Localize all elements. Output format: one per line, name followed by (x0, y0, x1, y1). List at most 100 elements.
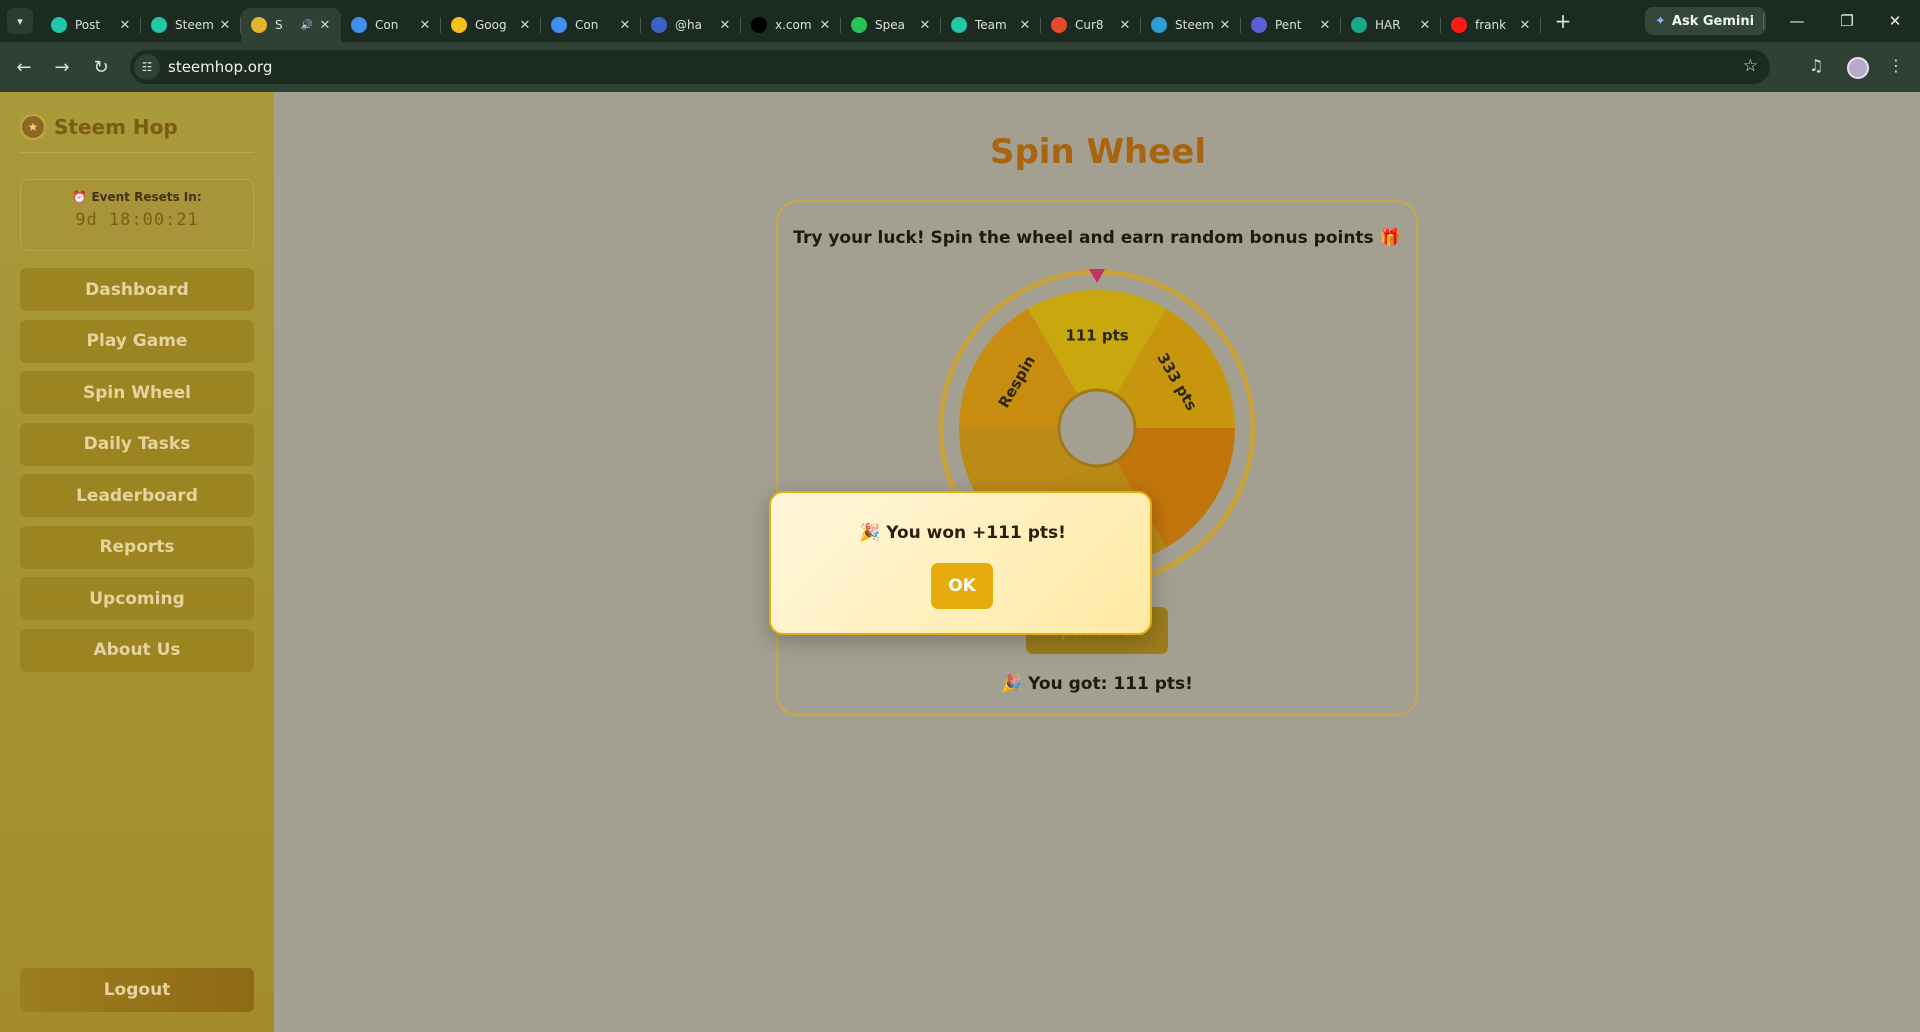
browser-tab[interactable]: Con ✕ (341, 8, 441, 42)
tab-close-icon[interactable]: ✕ (217, 18, 233, 33)
browser-tab[interactable]: Post ✕ (41, 8, 141, 42)
tab-favicon-icon (951, 17, 967, 33)
tab-title: @ha (675, 18, 702, 32)
tab-title: Cur8 (1075, 18, 1104, 32)
tab-title: Con (575, 18, 599, 32)
tab-close-icon[interactable]: ✕ (517, 18, 533, 33)
sidebar-item-dashboard[interactable]: Dashboard (20, 268, 254, 311)
sidebar-item-daily-tasks[interactable]: Daily Tasks (20, 422, 254, 466)
tab-favicon-icon (1151, 17, 1167, 33)
event-timer-card: ⏰ Event Resets In: 9d 18:00:21 (20, 179, 254, 251)
wheel-hub (1057, 388, 1137, 468)
wheel-pointer-icon (1089, 269, 1105, 283)
browser-tab[interactable]: Pent ✕ (1241, 8, 1341, 42)
url-text[interactable]: steemhop.org (168, 58, 272, 76)
tab-close-icon[interactable]: ✕ (1417, 18, 1433, 33)
more-menu-icon[interactable]: ⋮ (1888, 56, 1904, 75)
browser-tab-strip: ▾ Post ✕ Steem ✕ S 🔊 ✕ Con ✕ Goog ✕ Con ✕ @ha ✕ x.com ✕ S… (0, 0, 1920, 42)
tab-favicon-icon (751, 17, 767, 33)
tab-title: Post (75, 18, 101, 32)
spin-wheel-subtitle: Try your luck! Spin the wheel and earn r… (793, 228, 1401, 248)
browser-tab[interactable]: Steem ✕ (1141, 8, 1241, 42)
bookmark-star-icon[interactable]: ☆ (1743, 56, 1758, 76)
ask-gemini-button[interactable]: ✦ Ask Gemini (1645, 7, 1767, 35)
browser-tab[interactable]: @ha ✕ (641, 8, 741, 42)
spin-result-text: 🎉 You got: 111 pts! (1001, 674, 1193, 694)
browser-tab[interactable]: HAR ✕ (1341, 8, 1441, 42)
sidebar-divider (20, 152, 254, 153)
tab-list: Post ✕ Steem ✕ S 🔊 ✕ Con ✕ Goog ✕ Con ✕ @ha ✕ x.com ✕ Spe… (41, 0, 1541, 42)
tab-favicon-icon (251, 17, 267, 33)
tab-favicon-icon (351, 17, 367, 33)
close-window-button[interactable]: ✕ (1872, 0, 1918, 42)
tab-close-icon[interactable]: ✕ (1017, 18, 1033, 33)
sidebar-item-about-us[interactable]: About Us (20, 628, 254, 672)
tab-close-icon[interactable]: ✕ (1117, 18, 1133, 33)
tab-title: Con (375, 18, 399, 32)
sidebar-item-spin-wheel[interactable]: Spin Wheel (20, 371, 254, 414)
tab-title: frank (1475, 18, 1507, 32)
sidebar-item-upcoming[interactable]: Upcoming (20, 577, 254, 620)
media-controls-icon[interactable]: ♫ (1809, 56, 1823, 75)
sidebar-item-play-game[interactable]: Play Game (20, 319, 254, 363)
tab-close-icon[interactable]: ✕ (417, 18, 433, 33)
browser-tab[interactable]: Goog ✕ (441, 8, 541, 42)
new-tab-button[interactable]: + (1549, 7, 1577, 35)
browser-tab[interactable]: Steem ✕ (141, 8, 241, 42)
tab-favicon-icon (1051, 17, 1067, 33)
tab-close-icon[interactable]: ✕ (1317, 18, 1333, 33)
tab-title: Steem (175, 18, 214, 32)
browser-tab[interactable]: Con ✕ (541, 8, 641, 42)
tab-favicon-icon (1351, 17, 1367, 33)
ok-button[interactable]: OK (931, 563, 993, 609)
tab-favicon-icon (51, 17, 67, 33)
tab-audio-icon[interactable]: 🔊 (301, 20, 313, 31)
tab-title: HAR (1375, 18, 1401, 32)
sidebar: ★ Steem Hop ⏰ Event Resets In: 9d 18:00:… (0, 92, 274, 1032)
tab-close-icon[interactable]: ✕ (617, 18, 633, 33)
browser-tab[interactable]: Cur8 ✕ (1041, 8, 1141, 42)
browser-toolbar: ← → ↻ ☷ steemhop.org ☆ ♫ ⋮ (0, 42, 1920, 92)
tab-close-icon[interactable]: ✕ (1217, 18, 1233, 33)
brand-name: Steem Hop (54, 115, 178, 139)
restore-window-button[interactable]: ❐ (1824, 0, 1870, 42)
steem-hop-logo-icon: ★ (20, 114, 46, 140)
event-timer-label: ⏰ Event Resets In: (72, 190, 202, 204)
tab-search-chevron-icon[interactable]: ▾ (7, 8, 33, 34)
brand[interactable]: ★ Steem Hop (20, 114, 178, 140)
page-title: Spin Wheel (989, 132, 1206, 172)
tab-title: Steem (1175, 18, 1214, 32)
browser-tab[interactable]: S 🔊 ✕ (241, 8, 341, 42)
profile-avatar[interactable] (1847, 57, 1869, 79)
sidebar-item-leaderboard[interactable]: Leaderboard (20, 474, 254, 517)
logout-button[interactable]: Logout (20, 968, 254, 1012)
browser-tab[interactable]: Spea ✕ (841, 8, 941, 42)
tab-close-icon[interactable]: ✕ (717, 18, 733, 33)
tab-favicon-icon (651, 17, 667, 33)
browser-tab[interactable]: x.com ✕ (741, 8, 841, 42)
tab-close-icon[interactable]: ✕ (1517, 18, 1533, 33)
tab-close-icon[interactable]: ✕ (117, 18, 133, 33)
tab-title: S (275, 18, 283, 32)
site-info-icon[interactable]: ☷ (134, 54, 160, 80)
wheel-segment-label: 111 pts (1065, 327, 1128, 345)
tab-title: Spea (875, 18, 905, 32)
win-dialog-message: 🎉 You won +111 pts! (859, 523, 1066, 543)
sidebar-nav: Dashboard Play Game Spin Wheel Daily Tas… (20, 268, 254, 680)
tab-close-icon[interactable]: ✕ (817, 18, 833, 33)
tab-favicon-icon (551, 17, 567, 33)
tab-close-icon[interactable]: ✕ (917, 18, 933, 33)
minimize-window-button[interactable]: — (1774, 0, 1820, 42)
browser-tab[interactable]: Team ✕ (941, 8, 1041, 42)
browser-tab[interactable]: frank ✕ (1441, 8, 1541, 42)
tab-close-icon[interactable]: ✕ (317, 18, 333, 33)
tab-title: Goog (475, 18, 507, 32)
address-bar[interactable]: ☷ steemhop.org ☆ (130, 50, 1770, 84)
back-arrow-icon[interactable]: ← (9, 52, 39, 82)
reload-icon[interactable]: ↻ (86, 52, 116, 82)
forward-arrow-icon[interactable]: → (47, 52, 77, 82)
sidebar-item-reports[interactable]: Reports (20, 525, 254, 569)
event-timer-value: 9d 18:00:21 (75, 210, 199, 230)
tab-title: Team (975, 18, 1007, 32)
toolbar-divider (1763, 13, 1764, 29)
